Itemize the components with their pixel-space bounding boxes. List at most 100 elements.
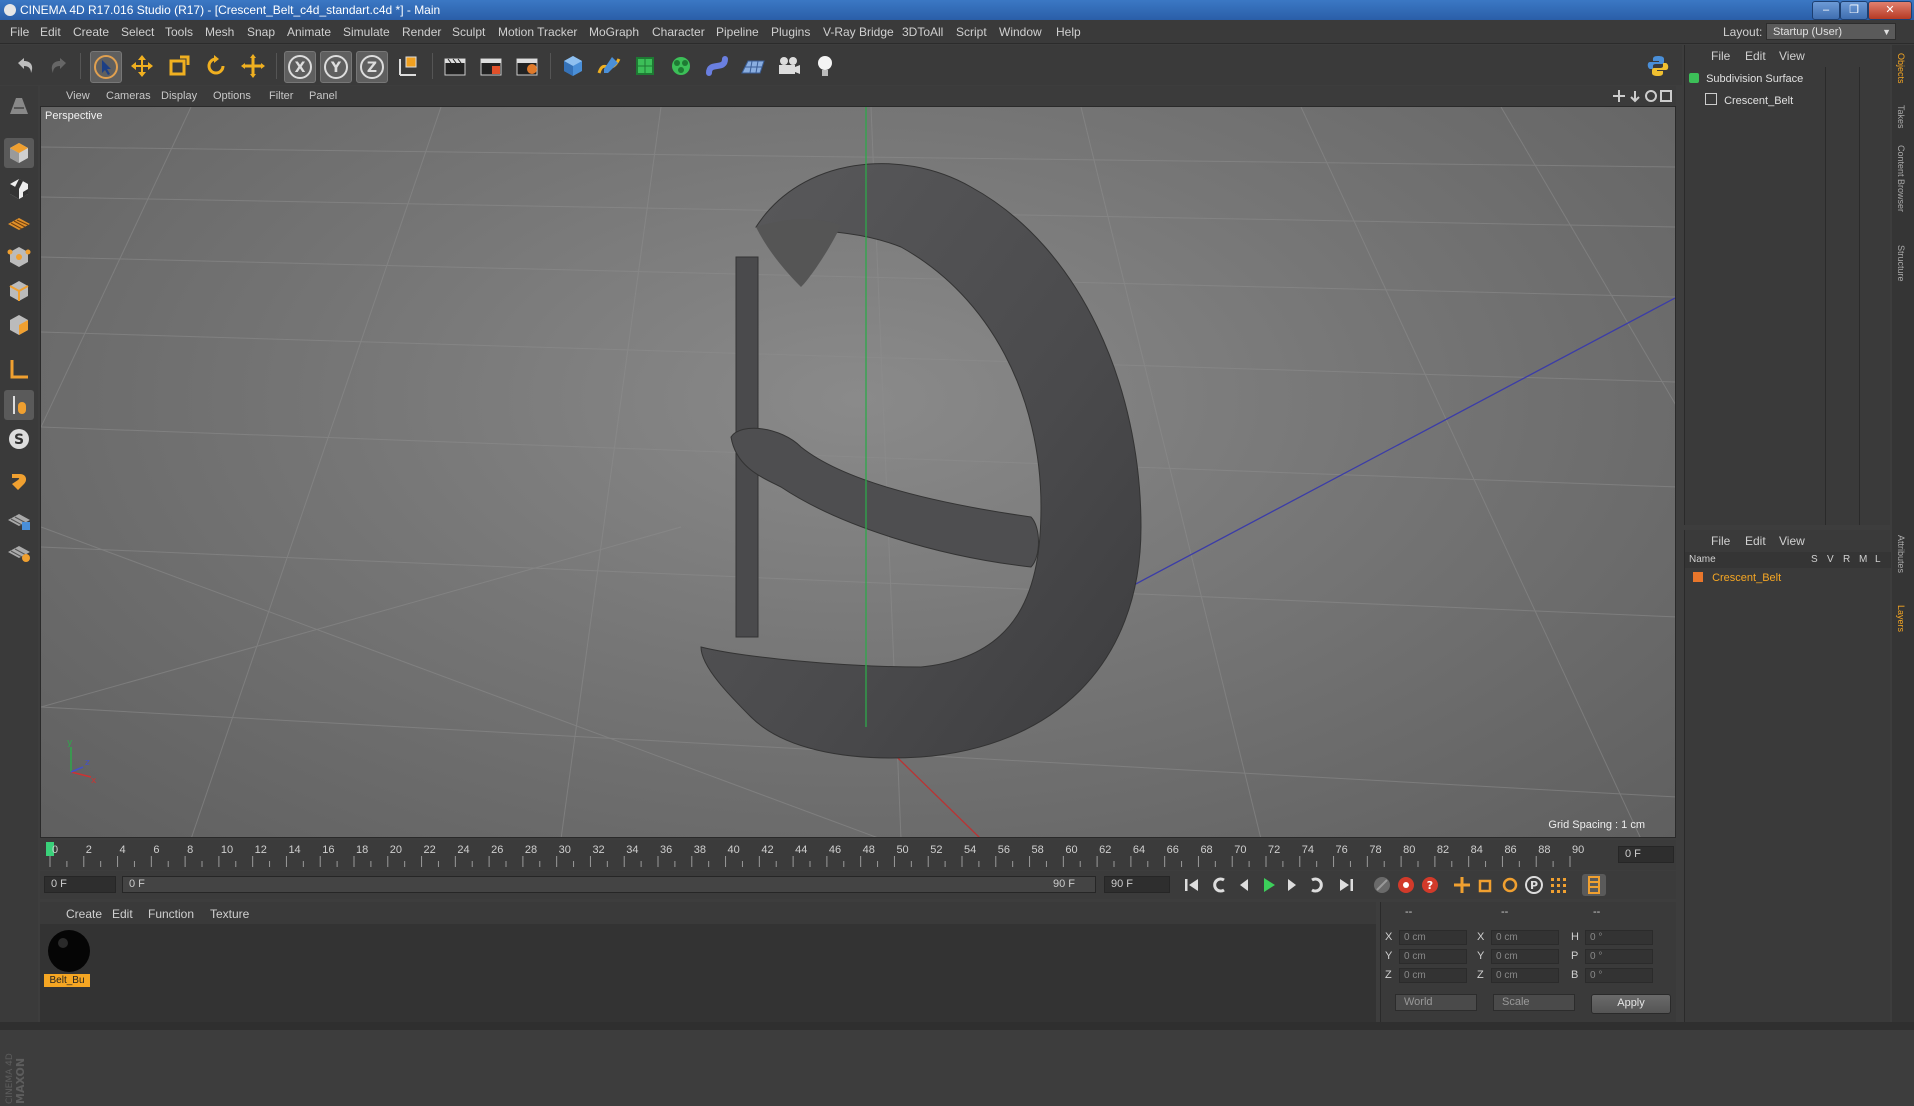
- minimize-button[interactable]: ‒: [1812, 1, 1840, 20]
- move-icon[interactable]: [127, 51, 157, 81]
- menu-window[interactable]: Window: [999, 25, 1042, 39]
- live-select-icon[interactable]: [238, 51, 268, 81]
- apply-button[interactable]: Apply: [1591, 994, 1671, 1014]
- make-editable-icon[interactable]: [4, 92, 34, 122]
- key-rotation-icon[interactable]: [1498, 874, 1522, 896]
- menu-select[interactable]: Select: [121, 25, 154, 39]
- viewport-navigation-icons[interactable]: [1612, 89, 1672, 103]
- coord-size-z-field[interactable]: 0 cm: [1491, 968, 1559, 983]
- go-to-end-icon[interactable]: [1334, 874, 1358, 896]
- timeline-window-icon[interactable]: [1582, 874, 1606, 896]
- x-axis-icon[interactable]: X: [284, 51, 316, 83]
- frame-range-slider[interactable]: 0 F 90 F: [122, 876, 1096, 893]
- material-menu-function[interactable]: Function: [148, 907, 194, 921]
- render-view-icon[interactable]: [440, 51, 470, 81]
- perspective-viewport[interactable]: y x z Perspective Grid Spacing : 1 cm: [40, 106, 1676, 838]
- object-menu-edit[interactable]: Edit: [1745, 49, 1766, 63]
- key-pla-icon[interactable]: [1546, 874, 1570, 896]
- planar-workplane-icon[interactable]: [4, 536, 34, 566]
- scale-icon[interactable]: [164, 51, 194, 81]
- menu-script[interactable]: Script: [956, 25, 987, 39]
- material-menu-create[interactable]: Create: [66, 907, 102, 921]
- axis-mode-icon[interactable]: [4, 354, 34, 384]
- previous-frame-icon[interactable]: [1232, 874, 1256, 896]
- layer-menu-edit[interactable]: Edit: [1745, 534, 1766, 548]
- tab-layers[interactable]: Layers: [1896, 605, 1906, 632]
- layer-menu-file[interactable]: File: [1711, 534, 1730, 548]
- layer-menu-view[interactable]: View: [1779, 534, 1805, 548]
- redo-icon[interactable]: [44, 51, 74, 81]
- coord-rot-p-field[interactable]: 0 °: [1585, 949, 1653, 964]
- cloner-icon[interactable]: [666, 51, 696, 81]
- previous-key-icon[interactable]: [1208, 874, 1232, 896]
- material-item[interactable]: Belt_Bu: [42, 926, 94, 990]
- deformer-icon[interactable]: [702, 51, 732, 81]
- maximize-button[interactable]: ❐: [1840, 1, 1868, 20]
- edit-render-settings-icon[interactable]: [512, 51, 542, 81]
- render-picture-viewer-icon[interactable]: [476, 51, 506, 81]
- timeline-ruler[interactable]: 0 2 4 6 8 10 12 14 16 18 20 22 24 26 28 30 32 34 36 38 40 42 4…: [40, 840, 1676, 870]
- viewport-menu-view[interactable]: View: [66, 90, 90, 102]
- viewport-menu-display[interactable]: Display: [161, 90, 197, 102]
- object-menu-view[interactable]: View: [1779, 49, 1805, 63]
- tab-objects[interactable]: Objects: [1896, 53, 1906, 84]
- layer-row-crescent-belt[interactable]: Crescent_Belt: [1693, 572, 1781, 590]
- object-row-subdivision-surface[interactable]: Subdivision Surface: [1689, 73, 1803, 91]
- z-axis-icon[interactable]: Z: [356, 51, 388, 83]
- menu-sculpt[interactable]: Sculpt: [452, 25, 485, 39]
- select-arrow-icon[interactable]: [90, 51, 122, 83]
- subdivision-icon[interactable]: [630, 51, 660, 81]
- menu-mesh[interactable]: Mesh: [205, 25, 234, 39]
- coord-pos-z-field[interactable]: 0 cm: [1399, 968, 1467, 983]
- floor-icon[interactable]: [738, 51, 768, 81]
- python-icon[interactable]: [1643, 51, 1673, 81]
- tab-takes[interactable]: Takes: [1896, 105, 1906, 129]
- undo-icon[interactable]: [10, 51, 40, 81]
- menu-edit[interactable]: Edit: [40, 25, 61, 39]
- tab-content-browser[interactable]: Content Browser: [1896, 145, 1906, 212]
- close-button[interactable]: ✕: [1868, 1, 1912, 20]
- menu-pipeline[interactable]: Pipeline: [716, 25, 759, 39]
- coord-size-x-field[interactable]: 0 cm: [1491, 930, 1559, 945]
- record-disabled-icon[interactable]: [1370, 874, 1394, 896]
- viewport-menu-cameras[interactable]: Cameras: [106, 90, 151, 102]
- coord-rot-b-field[interactable]: 0 °: [1585, 968, 1653, 983]
- layout-select[interactable]: Startup (User) ▼: [1766, 23, 1896, 40]
- edges-mode-icon[interactable]: [4, 276, 34, 306]
- texture-mode-icon[interactable]: [4, 174, 34, 204]
- coord-pos-x-field[interactable]: 0 cm: [1399, 930, 1467, 945]
- menu-mograph[interactable]: MoGraph: [589, 25, 639, 39]
- menu-file[interactable]: File: [10, 25, 29, 39]
- viewport-menu-options[interactable]: Options: [213, 90, 251, 102]
- polygons-mode-icon[interactable]: [4, 310, 34, 340]
- start-frame-field[interactable]: 0 F: [44, 876, 116, 893]
- menu-simulate[interactable]: Simulate: [343, 25, 390, 39]
- menu-create[interactable]: Create: [73, 25, 109, 39]
- pen-spline-icon[interactable]: [594, 51, 624, 81]
- record-keys-icon[interactable]: [1394, 874, 1418, 896]
- coord-rot-h-field[interactable]: 0 °: [1585, 930, 1653, 945]
- go-to-start-icon[interactable]: [1180, 874, 1204, 896]
- coordinate-mode-select[interactable]: World: [1395, 994, 1477, 1011]
- object-menu-file[interactable]: File: [1711, 49, 1730, 63]
- snap-icon[interactable]: [4, 466, 34, 496]
- tab-attributes[interactable]: Attributes: [1896, 535, 1906, 573]
- viewport-menu-filter[interactable]: Filter: [269, 90, 293, 102]
- light-icon[interactable]: [810, 51, 840, 81]
- key-parameter-icon[interactable]: P: [1522, 874, 1546, 896]
- next-key-icon[interactable]: [1304, 874, 1328, 896]
- locked-workplane-icon[interactable]: [4, 504, 34, 534]
- menu-tools[interactable]: Tools: [165, 25, 193, 39]
- play-icon[interactable]: [1256, 874, 1280, 896]
- next-frame-icon[interactable]: [1280, 874, 1304, 896]
- menu-plugins[interactable]: Plugins: [771, 25, 810, 39]
- coordinate-system-icon[interactable]: [394, 51, 424, 81]
- end-frame-field[interactable]: 90 F: [1104, 876, 1170, 893]
- coord-pos-y-field[interactable]: 0 cm: [1399, 949, 1467, 964]
- menu-motion-tracker[interactable]: Motion Tracker: [498, 25, 577, 39]
- key-scale-icon[interactable]: [1474, 874, 1498, 896]
- model-mode-icon[interactable]: [4, 138, 34, 168]
- size-mode-select[interactable]: Scale: [1493, 994, 1575, 1011]
- points-mode-icon[interactable]: [4, 242, 34, 272]
- rotate-icon[interactable]: [201, 51, 231, 81]
